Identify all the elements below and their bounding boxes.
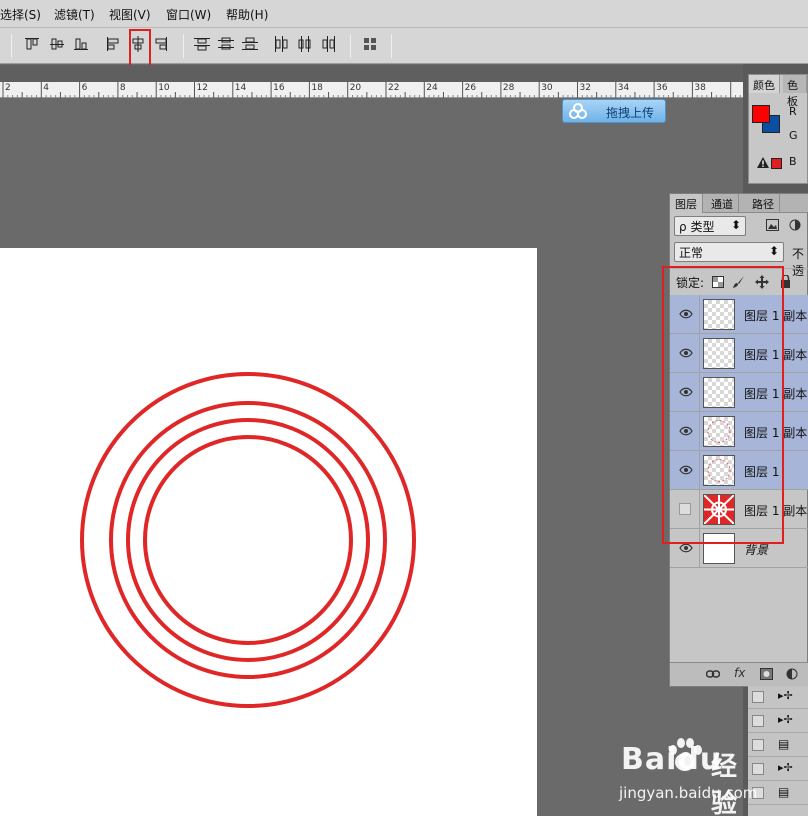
ring-outer [80,372,416,708]
highlight-align-horizontal-centers [129,29,151,67]
list-item[interactable]: ▤ [748,734,808,757]
menu-bar: 选择(S) 滤镜(T) 视图(V) 窗口(W) 帮助(H) [0,0,808,28]
action-icon: ▸✢ [778,689,793,702]
ruler-tick-label: 24 [426,83,438,93]
ring-third [126,418,370,662]
paw-logo-icon [669,738,702,771]
tab-channels[interactable]: 通道 [706,194,739,213]
distribute-horizontal-centers-icon[interactable] [297,36,313,52]
drag-upload-button[interactable]: 拖拽上传 [562,99,666,123]
list-item[interactable]: ▸✢ [748,686,808,709]
ruler-tick-label: 6 [81,83,88,93]
baidu-jingyan-watermark: Baidu 经验 jingyan.baidu.com [615,738,758,816]
ruler-tick-label: 16 [273,83,285,93]
ring-second [109,401,387,679]
document-tab-gap [0,65,743,82]
auto-align-icon[interactable] [362,36,378,52]
search-icon: ρ [679,220,691,234]
ruler-tick-label: 4 [43,83,50,93]
channel-b-label: B [789,155,797,168]
ruler-tick-label: 32 [579,83,591,93]
distribute-right-icon[interactable] [321,36,337,52]
chevron-updown-icon: ⬍ [768,244,779,258]
ruler-tick-label: 18 [311,83,323,93]
align-left-edges-icon[interactable] [105,36,121,52]
action-icon: ▸✢ [778,713,793,726]
distribute-top-icon[interactable] [194,36,210,52]
blend-mode-select[interactable]: 正常 ⬍ [674,242,784,262]
align-right-edges-icon[interactable] [153,36,169,52]
distribute-left-icon[interactable] [273,36,289,52]
align-top-edges-icon[interactable] [24,36,40,52]
layer-filter-select[interactable]: ρ 类型 ⬍ [674,216,746,236]
ruler-tick-label: 34 [617,83,630,93]
toolbar-separator [391,34,392,58]
ruler-tick-label: 14 [234,83,247,93]
filter-adjustment-icon[interactable] [789,219,801,231]
concentric-rings [80,372,416,708]
ruler-tick-label: 20 [349,83,362,93]
watermark-suffix: 经验 [711,752,738,816]
toolbar-separator [183,34,184,58]
ruler-tick-label: 12 [196,83,208,93]
toolbar-separator [11,34,12,58]
layer-filter-value: 类型 [690,220,715,234]
ruler-tick-label: 22 [388,83,400,93]
ruler-tick-label: 38 [694,83,706,93]
distribute-bottom-icon[interactable] [242,36,258,52]
gamut-color-swatch[interactable] [771,158,782,169]
cloud-link-icon [569,103,587,119]
tab-paths[interactable]: 路径 [747,194,780,213]
foreground-color-swatch[interactable] [752,105,770,123]
menu-select[interactable]: 选择(S) [0,6,41,23]
ring-inner [143,435,353,645]
color-panel: 颜色 色板 R G B [748,74,808,184]
align-vertical-centers-icon[interactable] [49,36,65,52]
document-icon: ▤ [778,737,790,751]
filter-pixel-icon[interactable] [766,219,779,231]
distribute-vertical-centers-icon[interactable] [218,36,234,52]
menu-view[interactable]: 视图(V) [109,6,151,23]
tab-color[interactable]: 颜色 [749,75,780,93]
channel-g-label: G [789,129,798,142]
list-item[interactable]: ▸✢ [748,710,808,733]
action-icon: ▸✢ [778,761,793,774]
toolbar-separator [350,34,351,58]
fx-icon[interactable]: fx [734,666,745,680]
layers-panel-tabs: 图层 通道 路径 [670,194,808,213]
options-toolbar [0,28,808,67]
layers-panel-footer: fx [670,662,808,686]
align-bottom-edges-icon[interactable] [73,36,89,52]
document-icon: ▤ [778,785,790,799]
checkbox-icon [752,715,764,727]
ruler-tick-label: 28 [502,83,515,93]
list-item[interactable]: ▸✢ [748,758,808,781]
menu-filter[interactable]: 滤镜(T) [54,6,95,23]
tab-swatches[interactable]: 色板 [783,75,807,108]
ruler-tick-label: 26 [464,83,477,93]
menu-help[interactable]: 帮助(H) [226,6,268,23]
eye-icon [679,543,693,553]
blend-mode-value: 正常 [679,246,704,260]
channel-r-label: R [789,105,797,118]
menu-window[interactable]: 窗口(W) [166,6,211,23]
ruler-tick-label: 10 [158,83,170,93]
ruler-ticks [2,82,741,98]
ruler-tick-label: 36 [656,83,668,93]
upload-label: 拖拽上传 [606,106,655,120]
highlight-layer-list [662,266,784,544]
add-mask-icon[interactable] [760,668,773,680]
ruler-tick-label: 30 [541,83,553,93]
checkbox-icon [752,691,764,703]
link-layers-icon[interactable] [706,668,720,680]
new-adjustment-icon[interactable] [786,668,798,680]
horizontal-ruler[interactable]: 2 4 6 8 10 12 14 16 18 20 22 24 26 28 30 32 34 36 38 [0,82,743,98]
watermark-url: jingyan.baidu.com [619,784,758,802]
chevron-updown-icon: ⬍ [730,218,741,232]
ruler-tick-label: 2 [5,83,11,93]
tab-layers[interactable]: 图层 [670,194,703,213]
ruler-tick-label: 8 [119,83,126,93]
gamut-warning-icon[interactable] [757,157,769,168]
